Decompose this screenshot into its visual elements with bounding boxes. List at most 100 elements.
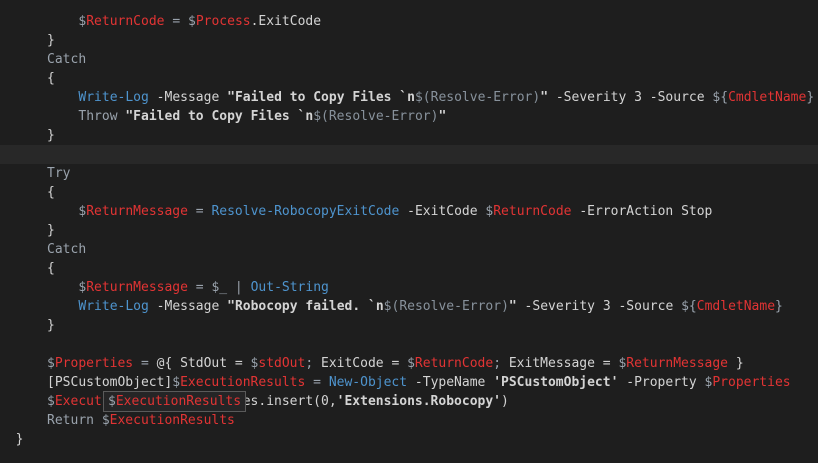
code-token: Try bbox=[47, 166, 71, 181]
code-token: [PSCustomObject] bbox=[47, 375, 173, 390]
code-token: ExecutionResults bbox=[180, 375, 306, 390]
tooltip-dollar: $ bbox=[108, 394, 116, 409]
code-token: " bbox=[508, 299, 517, 314]
code-token: "Failed to Copy Files `n bbox=[227, 90, 415, 105]
code-token: Properties bbox=[54, 356, 134, 371]
code-line[interactable]: Catch bbox=[0, 50, 818, 69]
code-token: Catch bbox=[47, 242, 87, 257]
code-token: stdOut bbox=[258, 356, 306, 371]
code-token: "Failed to Copy Files `n bbox=[117, 109, 314, 124]
code-token: Out-String bbox=[250, 280, 329, 295]
code-token: } bbox=[47, 223, 55, 238]
code-token: ${ bbox=[712, 90, 729, 105]
code-token: } bbox=[47, 128, 55, 143]
code-token: ReturnCode bbox=[86, 14, 165, 29]
code-line[interactable]: Write-Log -Message "Failed to Copy Files… bbox=[0, 88, 818, 107]
code-token: = bbox=[164, 14, 188, 29]
code-token: CmdletName bbox=[696, 299, 776, 314]
code-token: Resolve-RobocopyExitCode bbox=[211, 204, 400, 219]
code-token: -TypeName bbox=[407, 375, 494, 390]
code-token: $(Resolve-Error) bbox=[313, 109, 439, 124]
code-token: -ErrorAction Stop bbox=[571, 204, 713, 219]
code-token: Return bbox=[47, 413, 102, 428]
code-token: } bbox=[806, 90, 815, 105]
code-token: 'Extensions.Robocopy' bbox=[336, 394, 502, 409]
code-line[interactable]: Catch bbox=[0, 240, 818, 259]
code-token: = bbox=[187, 204, 212, 219]
code-token: = bbox=[305, 375, 329, 390]
code-token: { bbox=[47, 71, 55, 86]
code-token: " bbox=[540, 90, 549, 105]
code-line[interactable]: $ReturnCode = $Process.ExitCode bbox=[0, 12, 818, 31]
code-token: ; bbox=[493, 356, 509, 371]
code-token: ReturnMessage bbox=[86, 280, 188, 295]
code-line[interactable]: Return $ExecutionResults bbox=[0, 411, 818, 430]
autocomplete-tooltip[interactable]: $ExecutionResults bbox=[103, 391, 247, 412]
code-token: $ bbox=[47, 394, 55, 409]
code-token: $_ bbox=[211, 280, 228, 295]
code-line[interactable]: [PSCustomObject]$ExecutionResults = New-… bbox=[0, 373, 818, 392]
code-token: $ bbox=[101, 413, 110, 428]
code-token: -Severity 3 -Source bbox=[548, 90, 713, 105]
code-line[interactable]: } bbox=[0, 221, 818, 240]
code-line[interactable] bbox=[0, 335, 818, 354]
code-token: CmdletName bbox=[728, 90, 807, 105]
code-line[interactable]: } bbox=[0, 126, 818, 145]
code-token: -ExitCode bbox=[399, 204, 486, 219]
code-token: Process bbox=[195, 14, 251, 29]
code-line[interactable]: Throw "Failed to Copy Files `n$(Resolve-… bbox=[0, 107, 818, 126]
code-token: { bbox=[47, 185, 55, 200]
code-line[interactable]: { bbox=[0, 69, 818, 88]
code-line[interactable]: $ReturnMessage = $_ | Out-String bbox=[0, 278, 818, 297]
code-token: -Property bbox=[618, 375, 705, 390]
code-token: = bbox=[187, 280, 212, 295]
code-token: .ExitCode bbox=[250, 14, 322, 29]
code-token: = bbox=[133, 356, 157, 371]
code-line[interactable]: { bbox=[0, 183, 818, 202]
code-token: -Message bbox=[148, 299, 228, 314]
code-token: ExitMessage = bbox=[508, 356, 619, 371]
code-token: Throw bbox=[78, 109, 118, 124]
code-line[interactable]: Write-Log -Message "Robocopy failed. `n$… bbox=[0, 297, 818, 316]
code-token: { bbox=[47, 261, 55, 276]
code-line[interactable]: Try bbox=[0, 164, 818, 183]
code-line[interactable]: $ReturnMessage = Resolve-RobocopyExitCod… bbox=[0, 202, 818, 221]
code-token: } bbox=[775, 299, 783, 314]
code-token: ExecutionResults bbox=[109, 413, 235, 428]
code-line[interactable]: } bbox=[0, 31, 818, 50]
code-token: ) bbox=[501, 394, 509, 409]
code-token: "Robocopy failed. `n bbox=[227, 299, 384, 314]
code-token: $ bbox=[187, 14, 196, 29]
code-token: $(Resolve-Error) bbox=[383, 299, 509, 314]
code-token: -Severity 3 -Source bbox=[516, 299, 682, 314]
code-token: $ bbox=[172, 375, 181, 390]
code-token: } bbox=[15, 432, 24, 447]
code-token: ReturnMessage bbox=[86, 204, 188, 219]
tooltip-variable-name: ExecutionResults bbox=[115, 394, 242, 409]
code-token: 'PSCustomObject' bbox=[493, 375, 619, 390]
code-token: -Message bbox=[148, 90, 228, 105]
code-token: ; bbox=[305, 356, 321, 371]
code-token: Properties bbox=[712, 375, 791, 390]
code-token: Catch bbox=[47, 52, 87, 67]
code-token: $(Resolve-Error) bbox=[414, 90, 541, 105]
code-token: Write-Log bbox=[78, 90, 149, 105]
code-line[interactable]: } bbox=[0, 430, 818, 449]
code-line[interactable] bbox=[0, 145, 818, 164]
code-token: } bbox=[47, 318, 55, 333]
code-token: $ bbox=[407, 356, 415, 371]
code-token: " bbox=[438, 109, 447, 124]
code-line[interactable]: } bbox=[0, 316, 818, 335]
code-token: ReturnCode bbox=[493, 204, 572, 219]
code-token: , bbox=[328, 394, 337, 409]
code-token: ReturnMessage bbox=[626, 356, 729, 371]
code-line[interactable]: { bbox=[0, 259, 818, 278]
code-token: } bbox=[47, 33, 55, 48]
code-line[interactable]: $Properties = @{ StdOut = $stdOut; ExitC… bbox=[0, 354, 818, 373]
code-token: Execut bbox=[54, 394, 102, 409]
code-token: ExitCode = bbox=[321, 356, 408, 371]
code-token: | bbox=[227, 280, 251, 295]
code-token: ${ bbox=[681, 299, 697, 314]
code-token: } bbox=[728, 356, 744, 371]
code-token: ReturnCode bbox=[414, 356, 494, 371]
